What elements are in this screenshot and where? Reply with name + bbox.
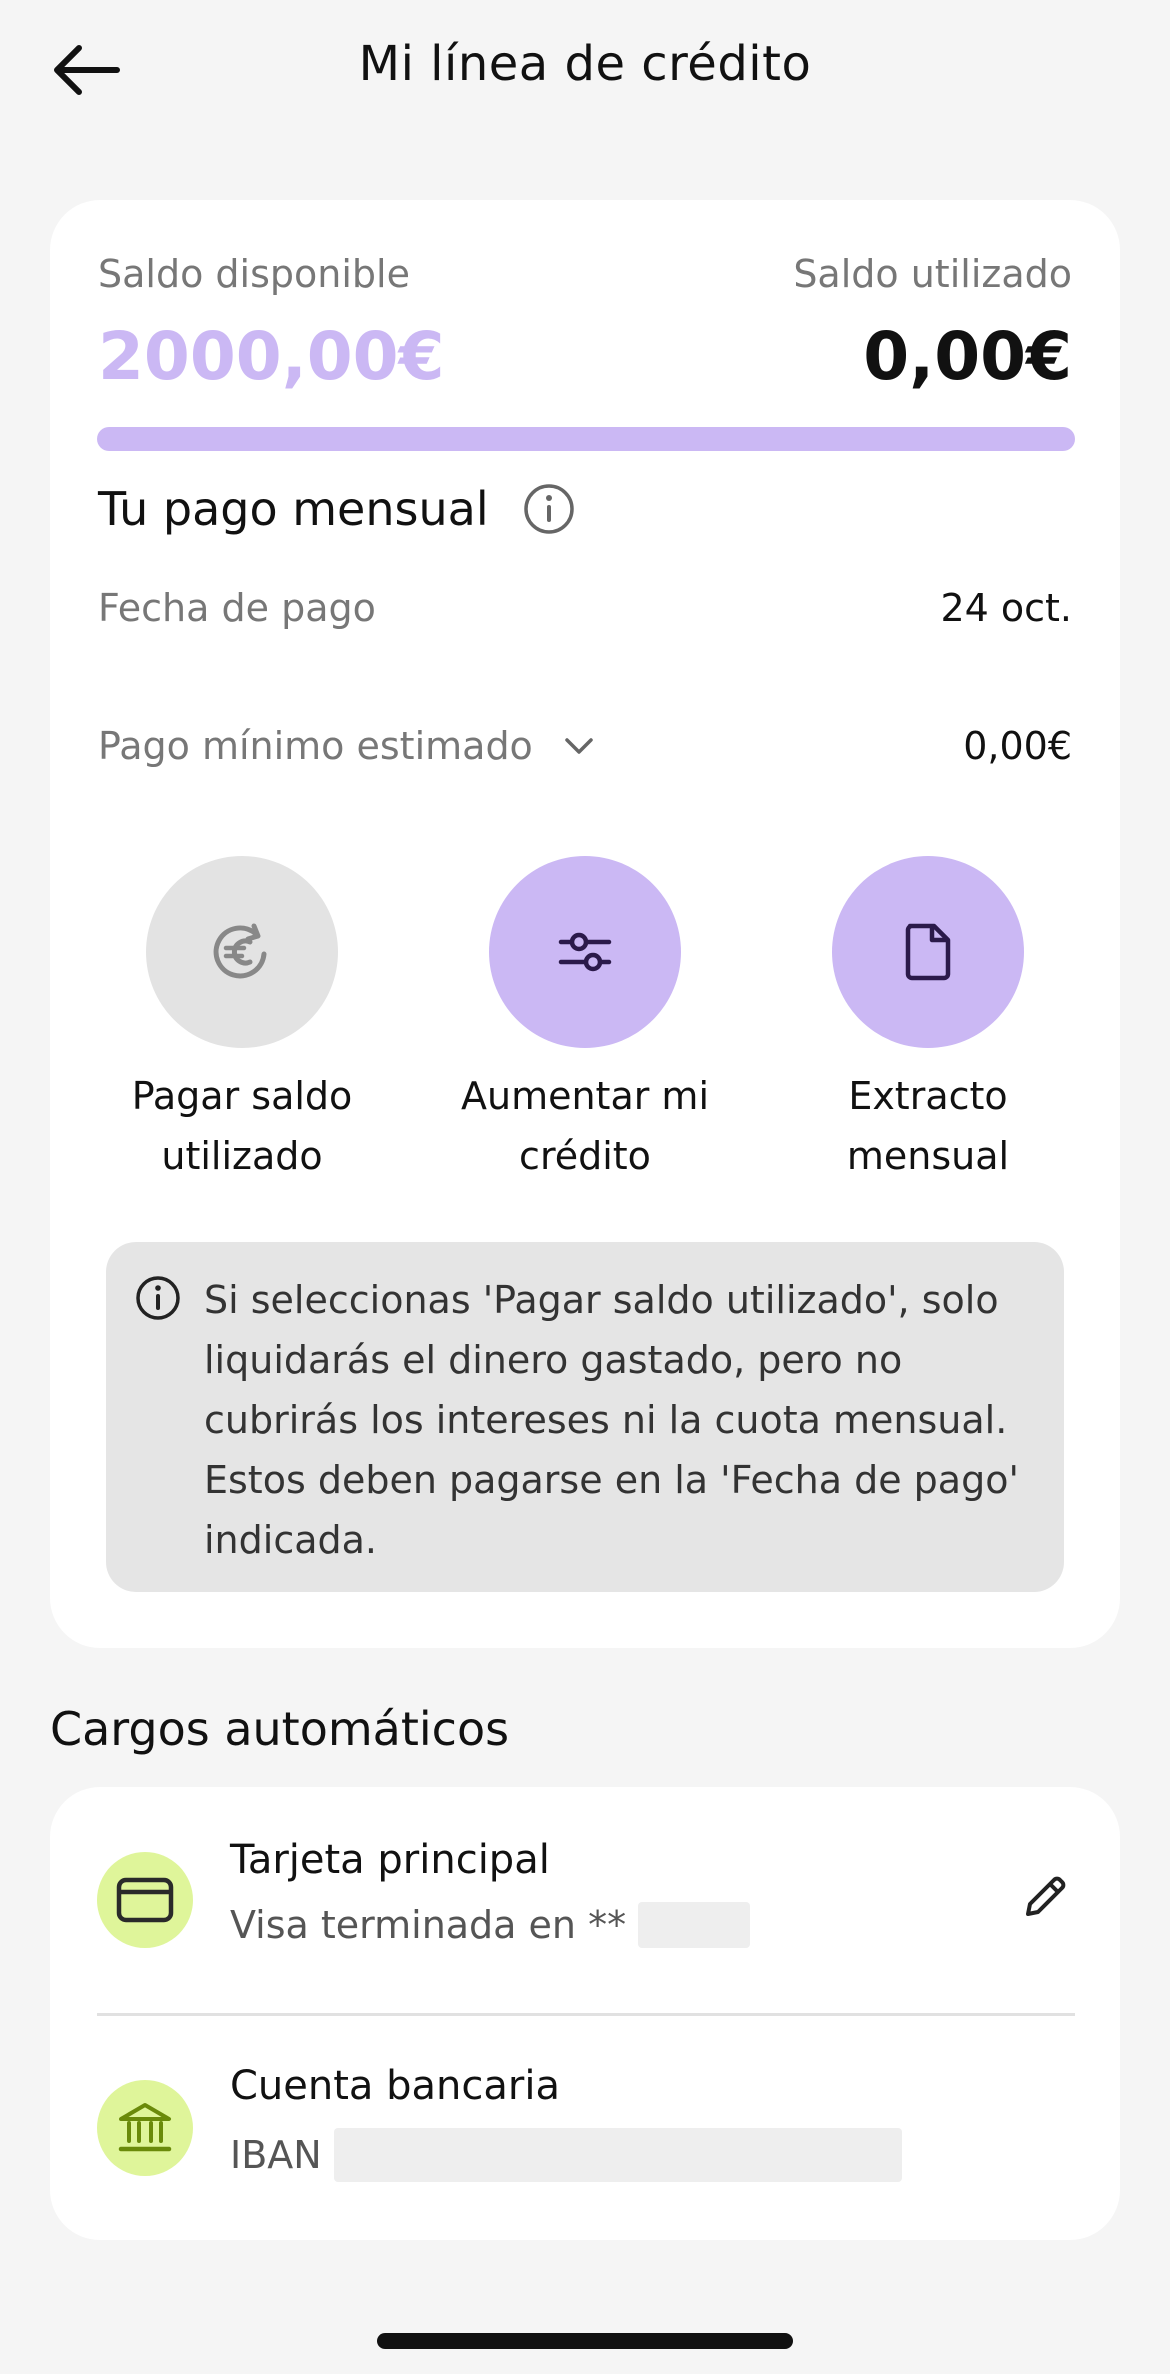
info-notice: Si seleccionas 'Pagar saldo utilizado', … xyxy=(106,1242,1064,1592)
increase-credit-circle xyxy=(489,856,681,1048)
page-title: Mi línea de crédito xyxy=(358,36,812,92)
pay-used-balance-line2: utilizado xyxy=(161,1134,323,1178)
euro-refresh-icon xyxy=(213,923,267,979)
home-indicator xyxy=(377,2333,793,2349)
monthly-statement-line1: Extracto xyxy=(848,1074,1008,1118)
info-icon xyxy=(136,1276,180,1320)
automatic-charges-title: Cargos automáticos xyxy=(50,1702,510,1756)
charge-card-subtitle-text: Visa terminada en ** xyxy=(230,1903,627,1947)
charge-bank-title: Cuenta bancaria xyxy=(230,2063,560,2109)
monthly-payment-title: Tu pago mensual xyxy=(98,482,575,536)
charge-card-title: Tarjeta principal xyxy=(230,1837,550,1883)
action-buttons: Pagar saldo utilizado Aumentar mi crédit… xyxy=(98,856,1072,1196)
pay-used-balance-button[interactable]: Pagar saldo utilizado xyxy=(92,856,392,1186)
balance-progress-bar xyxy=(97,427,1075,451)
monthly-payment-title-text: Tu pago mensual xyxy=(98,482,489,536)
redacted-card-digits xyxy=(638,1902,751,1948)
used-balance-label: Saldo utilizado xyxy=(793,252,1072,296)
increase-credit-line2: crédito xyxy=(519,1134,651,1178)
payment-date-label: Fecha de pago xyxy=(98,586,376,630)
charge-bank-subtitle-text: IBAN xyxy=(230,2133,322,2177)
redacted-iban xyxy=(333,2128,902,2182)
pay-used-balance-label: Pagar saldo utilizado xyxy=(92,1066,392,1186)
credit-line-card: Saldo disponible Saldo utilizado 2000,00… xyxy=(50,200,1120,1648)
increase-credit-line1: Aumentar mi xyxy=(460,1074,710,1118)
credit-card-icon xyxy=(116,1877,174,1923)
min-payment-toggle[interactable]: Pago mínimo estimado xyxy=(98,724,595,768)
top-bar: Mi línea de crédito xyxy=(0,0,1170,140)
charge-bank-subtitle: IBAN xyxy=(230,2128,902,2182)
charge-item-bank[interactable]: Cuenta bancaria IBAN xyxy=(50,2016,1120,2242)
min-payment-value: 0,00€ xyxy=(963,724,1072,768)
charge-item-card[interactable]: Tarjeta principal Visa terminada en ** xyxy=(50,1787,1120,2013)
sliders-icon xyxy=(558,932,612,972)
min-payment-label: Pago mínimo estimado xyxy=(98,724,533,768)
monthly-statement-button[interactable]: Extracto mensual xyxy=(778,856,1078,1186)
document-icon xyxy=(905,923,951,981)
monthly-statement-circle xyxy=(832,856,1024,1048)
info-icon[interactable] xyxy=(523,483,575,535)
notice-text: Si seleccionas 'Pagar saldo utilizado', … xyxy=(204,1278,1019,1562)
monthly-statement-label: Extracto mensual xyxy=(778,1066,1078,1186)
bank-icon xyxy=(118,2103,172,2152)
pay-used-balance-line1: Pagar saldo xyxy=(131,1074,353,1118)
pencil-icon xyxy=(1026,1876,1066,1916)
pay-used-balance-circle xyxy=(146,856,338,1048)
available-balance-value: 2000,00€ xyxy=(98,318,445,395)
chevron-down-icon xyxy=(565,738,593,754)
credit-card-badge xyxy=(97,1852,193,1948)
bank-badge xyxy=(97,2080,193,2176)
charge-card-subtitle: Visa terminada en ** xyxy=(230,1902,751,1948)
increase-credit-label: Aumentar mi crédito xyxy=(435,1066,735,1186)
used-balance-value: 0,00€ xyxy=(863,318,1072,395)
automatic-charges-card: Tarjeta principal Visa terminada en ** C… xyxy=(50,1787,1120,2240)
payment-date-value: 24 oct. xyxy=(940,586,1072,630)
available-balance-label: Saldo disponible xyxy=(98,252,410,296)
edit-button[interactable] xyxy=(1010,1862,1080,1932)
increase-credit-button[interactable]: Aumentar mi crédito xyxy=(435,856,735,1186)
monthly-statement-line2: mensual xyxy=(846,1134,1010,1178)
